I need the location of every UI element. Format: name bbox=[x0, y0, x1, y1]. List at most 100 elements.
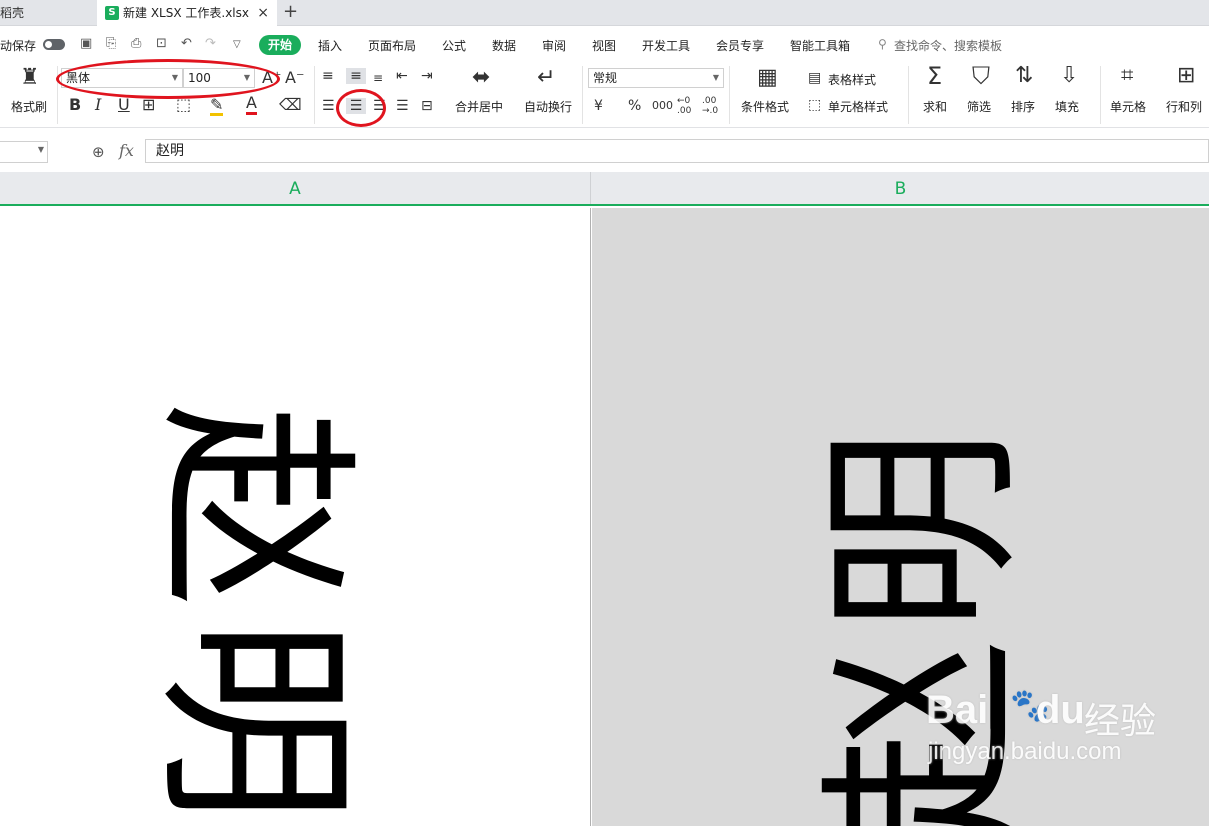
divider bbox=[314, 66, 315, 124]
tab-bar: 稻壳 S 新建 XLSX 工作表.xlsx × + bbox=[0, 0, 1209, 27]
command-search[interactable]: 查找命令、搜索模板 bbox=[894, 37, 1002, 54]
italic-button[interactable]: I bbox=[95, 97, 101, 113]
divider bbox=[582, 66, 583, 124]
clear-format-icon[interactable]: ⌫ bbox=[279, 97, 302, 113]
menu-member[interactable]: 会员专享 bbox=[716, 37, 764, 54]
row-col-icon[interactable]: ⊞ bbox=[1177, 65, 1195, 87]
fill-button[interactable]: 填充 bbox=[1055, 98, 1079, 115]
menu-insert[interactable]: 插入 bbox=[318, 37, 342, 54]
menu-smart-toolbox[interactable]: 智能工具箱 bbox=[790, 37, 850, 54]
font-color-button[interactable]: A bbox=[246, 95, 257, 115]
distributed-icon[interactable]: ⊟ bbox=[421, 98, 433, 114]
align-left-icon[interactable]: ☰ bbox=[322, 98, 335, 114]
increase-decimal-button[interactable]: ←0 .00 bbox=[677, 96, 691, 116]
export-icon[interactable]: ⎘ bbox=[106, 36, 116, 51]
watermark-url: jingyan.baidu.com bbox=[928, 738, 1122, 765]
name-box[interactable]: ▼ bbox=[0, 141, 48, 163]
decrease-decimal-button[interactable]: .00 →.0 bbox=[702, 96, 718, 116]
cell-button[interactable]: 单元格 bbox=[1110, 98, 1146, 115]
fill-icon[interactable]: ⇩ bbox=[1060, 65, 1078, 87]
decrease-indent-icon[interactable]: ⇤ bbox=[396, 68, 408, 84]
bold-button[interactable]: B bbox=[69, 97, 81, 113]
tab-docer[interactable]: 稻壳 bbox=[0, 0, 92, 26]
fx-label[interactable]: fx bbox=[119, 141, 134, 160]
highlight-icon[interactable]: ✎ bbox=[210, 97, 224, 116]
format-painter-icon[interactable]: ♜ bbox=[20, 67, 40, 89]
wrap-text-button[interactable]: 自动换行 bbox=[524, 98, 572, 115]
redo-icon[interactable]: ↷ bbox=[205, 36, 216, 51]
ribbon-home: ♜ 格式刷 黑体 ▼ 100 ▼ A⁺ A⁻ B I U ⊞ ⬚ ✎ A ⌫ ≡ ≡… bbox=[0, 59, 1209, 128]
table-style-button[interactable]: 表格样式 bbox=[828, 71, 876, 88]
sort-icon[interactable]: ⇅ bbox=[1015, 65, 1033, 87]
new-tab-button[interactable]: + bbox=[283, 0, 301, 24]
column-header-b[interactable]: B bbox=[592, 172, 1209, 204]
wrap-text-icon[interactable]: ↵ bbox=[537, 67, 555, 89]
save-icon[interactable]: ▣ bbox=[80, 36, 92, 51]
menu-page-layout[interactable]: 页面布局 bbox=[368, 37, 416, 54]
autosave-toggle[interactable] bbox=[43, 39, 65, 50]
search-icon[interactable]: ⚲ bbox=[878, 37, 887, 51]
sum-button[interactable]: 求和 bbox=[923, 98, 947, 115]
chevron-down-icon: ▼ bbox=[712, 73, 719, 82]
menu-view[interactable]: 视图 bbox=[592, 37, 616, 54]
menu-formulas[interactable]: 公式 bbox=[442, 37, 466, 54]
menu-bar: 动保存 ▣ ⎘ ⎙ ⊡ ↶ ↷ ▽ 开始 插入 页面布局 公式 数据 审阅 视图… bbox=[0, 27, 1209, 62]
filter-icon[interactable]: ⛉ bbox=[972, 64, 990, 88]
shrink-font-icon[interactable]: A⁻ bbox=[285, 70, 304, 86]
print-preview-icon[interactable]: ⊡ bbox=[156, 36, 167, 51]
red-annotation-circle bbox=[336, 89, 386, 127]
menu-data[interactable]: 数据 bbox=[492, 37, 516, 54]
conditional-format-button[interactable]: 条件格式 bbox=[741, 98, 789, 115]
currency-button[interactable]: ¥ bbox=[594, 98, 603, 114]
zoom-icon[interactable]: ⊕ bbox=[92, 143, 105, 161]
print-icon[interactable]: ⎙ bbox=[131, 36, 141, 51]
cell-b-char-1: 明 bbox=[805, 428, 1043, 633]
align-bottom-icon[interactable]: ≡ bbox=[373, 70, 383, 86]
cell-a-char-1: 赵 bbox=[134, 403, 372, 608]
cell-style-icon[interactable]: ⬚ bbox=[808, 97, 821, 113]
justify-icon[interactable]: ☰ bbox=[396, 98, 409, 114]
conditional-format-icon[interactable]: ▦ bbox=[757, 67, 778, 89]
merge-center-button[interactable]: 合并居中 bbox=[455, 98, 503, 115]
tab-active-workbook[interactable]: S 新建 XLSX 工作表.xlsx × bbox=[97, 0, 277, 27]
divider bbox=[908, 66, 909, 124]
underline-button[interactable]: U bbox=[118, 97, 130, 113]
thousands-button[interactable]: 000 bbox=[652, 98, 673, 114]
table-style-icon[interactable]: ▤ bbox=[808, 70, 821, 86]
sum-icon[interactable]: Σ bbox=[927, 64, 942, 88]
cell-a1[interactable]: 赵 明 bbox=[0, 208, 591, 826]
menu-home[interactable]: 开始 bbox=[259, 35, 301, 55]
more-icon[interactable]: ▽ bbox=[233, 39, 241, 50]
cell-icon[interactable]: ⌗ bbox=[1121, 65, 1133, 87]
filter-button[interactable]: 筛选 bbox=[967, 98, 991, 115]
align-middle-icon[interactable]: ≡ bbox=[346, 68, 366, 84]
formula-input[interactable]: 赵明 bbox=[145, 139, 1209, 163]
watermark-product: 经验 bbox=[1084, 701, 1157, 742]
chevron-down-icon: ▼ bbox=[37, 145, 44, 154]
cell-a-char-2: 明 bbox=[134, 618, 372, 823]
number-format-select[interactable]: 常规 ▼ bbox=[588, 68, 724, 88]
merge-center-icon[interactable]: ⬌ bbox=[472, 67, 490, 89]
menu-review[interactable]: 审阅 bbox=[542, 37, 566, 54]
watermark-brand-2: du bbox=[1036, 688, 1085, 732]
increase-indent-icon[interactable]: ⇥ bbox=[421, 68, 433, 84]
undo-icon[interactable]: ↶ bbox=[181, 36, 192, 51]
spreadsheet-icon: S bbox=[105, 6, 119, 20]
sort-button[interactable]: 排序 bbox=[1011, 98, 1035, 115]
autosave-label: 动保存 bbox=[0, 39, 37, 53]
format-painter-label[interactable]: 格式刷 bbox=[11, 98, 47, 115]
percent-button[interactable]: % bbox=[628, 98, 641, 114]
tab-active-label: 新建 XLSX 工作表.xlsx bbox=[123, 6, 249, 20]
cell-fill-icon[interactable]: ⬚ bbox=[176, 97, 191, 113]
cell-style-button[interactable]: 单元格样式 bbox=[828, 98, 888, 115]
row-col-button[interactable]: 行和列 bbox=[1166, 98, 1202, 115]
border-icon[interactable]: ⊞ bbox=[142, 97, 155, 113]
column-header-a[interactable]: A bbox=[0, 172, 591, 204]
menu-developer[interactable]: 开发工具 bbox=[642, 37, 690, 54]
cell-b-char-2: 赵 bbox=[805, 638, 1043, 826]
formula-bar: ▼ ⊕ fx 赵明 bbox=[0, 136, 1209, 168]
align-top-icon[interactable]: ≡ bbox=[322, 68, 334, 84]
close-tab-icon[interactable]: × bbox=[257, 0, 269, 26]
divider bbox=[1100, 66, 1101, 124]
watermark-brand: Bai bbox=[926, 688, 989, 732]
